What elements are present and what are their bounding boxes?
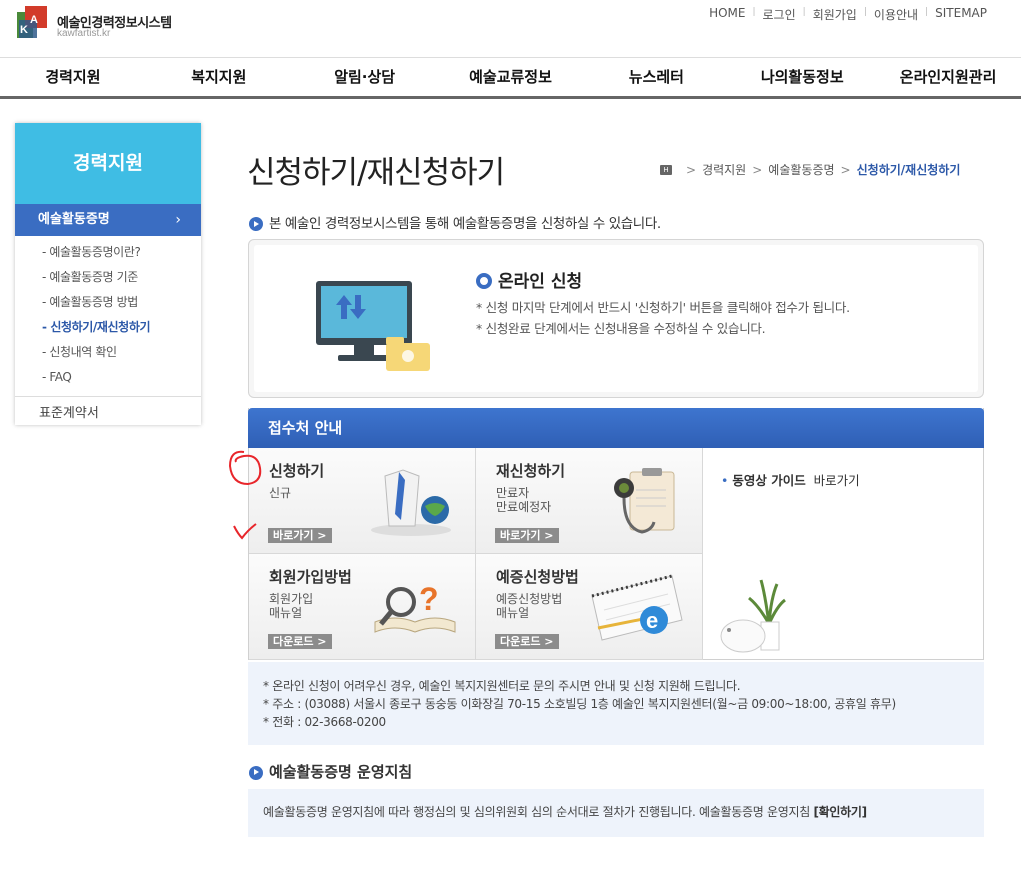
sidebar-sub-history[interactable]: - 신청내역 확인 xyxy=(15,340,201,365)
intro-text: 본 예술인 경력정보시스템을 통해 예술활동증명을 신청하실 수 있습니다. xyxy=(249,212,661,232)
top-link-login[interactable]: 로그인 xyxy=(756,6,803,23)
monitor-upload-icon xyxy=(316,281,430,371)
sidebar-sub-faq[interactable]: - FAQ xyxy=(15,365,201,390)
chevron-right-icon: > xyxy=(752,162,763,177)
card-title: 회원가입방법 xyxy=(269,568,352,586)
play-bullet-icon xyxy=(249,765,263,780)
download-button[interactable]: 다운로드 > xyxy=(268,634,332,649)
clipboard-stethoscope-icon xyxy=(614,468,675,534)
online-note: * 신청완료 단계에서는 신청내용을 수정하실 수 있습니다. xyxy=(476,321,766,336)
rules-confirm-link[interactable]: [확인하기] xyxy=(813,805,867,819)
home-icon[interactable]: H xyxy=(660,164,672,175)
join-guide-card: 회원가입방법 회원가입 매뉴얼 ? 다운로드 > xyxy=(249,554,476,660)
nav-newsletter[interactable]: 뉴스레터 xyxy=(583,58,729,96)
chevron-right-icon: > xyxy=(840,162,851,177)
online-application-box: 온라인 신청 * 신청 마지막 단계에서 반드시 '신청하기' 버튼을 클릭해야… xyxy=(248,239,984,398)
piggy-bank-plant-icon xyxy=(720,579,786,653)
intro-label: 본 예술인 경력정보시스템을 통해 예술활동증명을 신청하실 수 있습니다. xyxy=(269,216,661,232)
sidebar-sub-what[interactable]: - 예술활동증명이란? xyxy=(15,240,201,265)
apply-card: 신청하기 신규 바로가기 > xyxy=(249,448,476,554)
sidebar-sub-method[interactable]: - 예술활동증명 방법 xyxy=(15,290,201,315)
sidebar-sub-apply[interactable]: - 신청하기/재신청하기 xyxy=(15,315,201,340)
page-title: 신청하기/재신청하기 xyxy=(247,155,505,191)
breadcrumb-current: 신청하기/재신청하기 xyxy=(856,163,961,177)
chevron-right-icon: > xyxy=(686,162,697,177)
sidebar-sub-criteria[interactable]: - 예술활동증명 기준 xyxy=(15,265,201,290)
notice-line: * 전화 : 02-3668-0200 xyxy=(263,715,386,729)
suit-globe-icon xyxy=(371,469,451,536)
online-title-label: 온라인 신청 xyxy=(498,272,583,292)
go-button[interactable]: 바로가기 > xyxy=(495,528,559,543)
top-link-guide[interactable]: 이용안내 xyxy=(867,6,925,23)
nav-career[interactable]: 경력지원 xyxy=(0,58,146,96)
rules-text: 예술활동증명 운영지침에 따라 행정심의 및 심의위원회 심의 순서대로 절차가… xyxy=(263,805,810,819)
top-link-home[interactable]: HOME xyxy=(702,6,752,23)
svg-text:K: K xyxy=(20,24,28,36)
sidebar-item-label: 예술활동증명 xyxy=(38,212,110,227)
svg-text:A: A xyxy=(30,14,38,26)
sidebar-submenu: - 예술활동증명이란? - 예술활동증명 기준 - 예술활동증명 방법 - 신청… xyxy=(15,236,201,396)
main-nav: 경력지원 복지지원 알림·상담 예술교류정보 뉴스레터 나의활동정보 온라인지원… xyxy=(0,57,1021,99)
online-note: * 신청 마지막 단계에서 반드시 '신청하기' 버튼을 클릭해야 접수가 됩니… xyxy=(476,300,850,315)
nav-online-support[interactable]: 온라인지원관리 xyxy=(875,58,1021,96)
sidebar: 경력지원 예술활동증명 › - 예술활동증명이란? - 예술활동증명 기준 - … xyxy=(15,123,201,425)
calendar-ie-icon: e xyxy=(591,574,683,641)
reception-panel: 접수처 안내 신청하기 신규 바로가기 > 재신청하기 만료자 만료예정자 바로가… xyxy=(248,408,984,660)
site-logo[interactable]: K A 예술인경력정보시스템 kawfartist.kr xyxy=(17,6,217,46)
contact-notice: * 온라인 신청이 어려우신 경우, 예술인 복지지원센터로 문의 주시면 안내… xyxy=(248,662,984,745)
nav-welfare[interactable]: 복지지원 xyxy=(146,58,292,96)
rules-title: 예술활동증명 운영지침 xyxy=(249,761,412,782)
card-desc: 회원가입 매뉴얼 xyxy=(269,592,314,620)
card-title: 예증신청방법 xyxy=(496,568,579,586)
radio-ring-icon xyxy=(476,273,492,289)
rules-title-label: 예술활동증명 운영지침 xyxy=(269,763,413,781)
list-bullet: • xyxy=(721,473,729,488)
top-link-join[interactable]: 회원가입 xyxy=(806,6,864,23)
svg-text:?: ? xyxy=(419,581,439,617)
logo-icon: K A xyxy=(17,6,47,38)
sidebar-item-art-certificate[interactable]: 예술활동증명 › xyxy=(15,204,201,236)
top-link-sitemap[interactable]: SITEMAP xyxy=(928,6,994,23)
book-magnifier-icon: ? xyxy=(374,581,456,633)
card-title: 재신청하기 xyxy=(496,462,566,480)
breadcrumb-item[interactable]: 예술활동증명 xyxy=(768,161,834,178)
card-desc: 신규 xyxy=(269,486,292,500)
breadcrumb: H > 경력지원 > 예술활동증명 > 신청하기/재신청하기 xyxy=(660,161,960,178)
sidebar-title: 경력지원 xyxy=(15,123,201,204)
card-title: 신청하기 xyxy=(269,462,325,480)
nav-exchange[interactable]: 예술교류정보 xyxy=(438,58,584,96)
certificate-guide-card: 예증신청방법 예증신청방법 매뉴얼 e 다운로드 > xyxy=(476,554,703,660)
reapply-card: 재신청하기 만료자 만료예정자 바로가기 > xyxy=(476,448,703,554)
online-title: 온라인 신청 xyxy=(476,267,582,292)
go-button[interactable]: 바로가기 > xyxy=(268,528,332,543)
chevron-right-icon: › xyxy=(175,212,181,228)
card-desc: 예증신청방법 매뉴얼 xyxy=(496,592,563,620)
svg-text:e: e xyxy=(646,608,658,633)
play-bullet-icon xyxy=(249,217,263,231)
logo-domain: kawfartist.kr xyxy=(57,28,111,39)
notice-line: * 주소 : (03088) 서울시 종로구 동숭동 이화장길 70-15 소호… xyxy=(263,697,896,711)
sidebar-item-contract[interactable]: 표준계약서 xyxy=(15,396,201,430)
nav-notice[interactable]: 알림·상담 xyxy=(292,58,438,96)
card-desc: 만료자 만료예정자 xyxy=(496,486,552,514)
breadcrumb-item[interactable]: 경력지원 xyxy=(702,161,746,178)
rules-box: 예술활동증명 운영지침에 따라 행정심의 및 심의위원회 심의 순서대로 절차가… xyxy=(248,789,984,837)
notice-line: * 온라인 신청이 어려우신 경우, 예술인 복지지원센터로 문의 주시면 안내… xyxy=(263,679,741,693)
reception-title: 접수처 안내 xyxy=(248,408,984,448)
guide-label: 동영상 가이드 xyxy=(732,473,806,488)
download-button[interactable]: 다운로드 > xyxy=(495,634,559,649)
video-guide-link[interactable]: • 동영상 가이드 바로가기 xyxy=(721,470,860,489)
top-utility-nav: HOME | 로그인 | 회원가입 | 이용안내 | SITEMAP xyxy=(702,6,994,23)
guide-go-link[interactable]: 바로가기 xyxy=(814,473,860,488)
nav-my-activity[interactable]: 나의활동정보 xyxy=(729,58,875,96)
